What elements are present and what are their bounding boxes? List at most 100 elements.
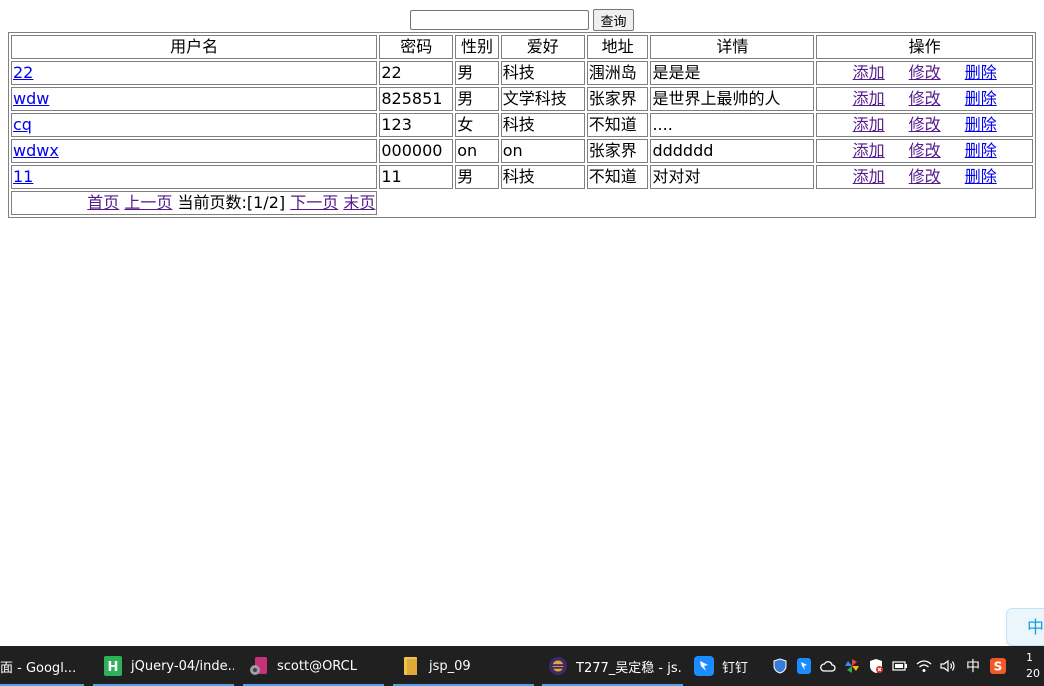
username-link[interactable]: cq <box>13 115 32 134</box>
password-cell: 123 <box>379 113 454 137</box>
current-page-indicator: 当前页数:[1/2] <box>177 193 286 212</box>
taskbar-item-label: jQuery-04/inde... <box>131 658 234 674</box>
address-cell: 张家界 <box>586 139 649 163</box>
column-header-gender: 性别 <box>455 35 499 59</box>
password-cell: 22 <box>379 61 454 85</box>
add-link[interactable]: 添加 <box>853 115 885 134</box>
username-link[interactable]: wdw <box>13 89 49 108</box>
detail-cell: .... <box>650 113 815 137</box>
hobby-cell: 科技 <box>500 165 585 189</box>
username-cell: wdwx <box>11 139 378 163</box>
username-cell: wdw <box>11 87 378 111</box>
pinwheel-icon[interactable] <box>844 658 860 674</box>
table-row: wdwx 000000 on on 张家界 dddddd 添加 修改 删除 <box>11 139 1033 163</box>
edit-link[interactable]: 修改 <box>909 167 941 186</box>
address-cell: 不知道 <box>586 165 649 189</box>
taskbar-item-eclipse[interactable]: T277_吴定稳 - js... <box>542 646 683 686</box>
add-link[interactable]: 添加 <box>853 167 885 186</box>
pager-cell: 首页 上一页 当前页数:[1/2] 下一页 末页 <box>11 191 378 215</box>
detail-cell: 对对对 <box>650 165 815 189</box>
security-alert-icon[interactable] <box>868 658 884 674</box>
actions-cell: 添加 修改 删除 <box>816 61 1033 85</box>
taskbar-item-hbuilder[interactable]: H jQuery-04/inde... <box>93 646 234 686</box>
column-header-hobby: 爱好 <box>500 35 585 59</box>
search-bar: 查询 <box>0 9 1044 31</box>
prev-page-link[interactable]: 上一页 <box>124 193 172 212</box>
actions-cell: 添加 修改 删除 <box>816 165 1033 189</box>
clock-date: 20 <box>1026 667 1040 680</box>
password-cell: 825851 <box>379 87 454 111</box>
hbuilder-icon: H <box>103 656 123 676</box>
password-cell: 11 <box>379 165 454 189</box>
pager-row: 首页 上一页 当前页数:[1/2] 下一页 末页 <box>11 191 1033 215</box>
query-button[interactable]: 查询 <box>593 9 634 31</box>
password-cell: 000000 <box>379 139 454 163</box>
delete-link[interactable]: 删除 <box>965 89 997 108</box>
next-page-link[interactable]: 下一页 <box>290 193 338 212</box>
taskbar-item-dingtalk[interactable]: 钉钉 <box>692 646 762 686</box>
svg-text:H: H <box>108 660 119 675</box>
sogou-icon[interactable]: S <box>990 658 1006 674</box>
edit-link[interactable]: 修改 <box>909 115 941 134</box>
add-link[interactable]: 添加 <box>853 141 885 160</box>
taskbar-item-label: jsp_09 <box>429 658 471 674</box>
detail-cell: 是世界上最帅的人 <box>650 87 815 111</box>
search-input[interactable] <box>410 10 590 30</box>
edit-link[interactable]: 修改 <box>909 141 941 160</box>
first-page-link[interactable]: 首页 <box>87 193 119 212</box>
system-tray: 中 S <box>772 646 1014 686</box>
gender-cell: 男 <box>455 165 499 189</box>
column-header-password: 密码 <box>379 35 454 59</box>
username-cell: cq <box>11 113 378 137</box>
table-header-row: 用户名 密码 性别 爱好 地址 详情 操作 <box>11 35 1033 59</box>
taskbar-item-label: 面 - Googl... <box>0 660 77 676</box>
last-page-link[interactable]: 末页 <box>343 193 375 212</box>
detail-cell: dddddd <box>650 139 815 163</box>
taskbar-item-label: T277_吴定稳 - js... <box>576 660 683 676</box>
system-clock[interactable]: 1 20 <box>1026 650 1040 682</box>
delete-link[interactable]: 删除 <box>965 167 997 186</box>
column-header-address: 地址 <box>586 35 649 59</box>
taskbar-item-folder[interactable]: jsp_09 <box>393 646 534 686</box>
username-link[interactable]: 22 <box>13 63 33 82</box>
taskbar-item-plsql[interactable]: scott@ORCL <box>243 646 384 686</box>
add-link[interactable]: 添加 <box>853 89 885 108</box>
gender-cell: 女 <box>455 113 499 137</box>
hobby-cell: 科技 <box>500 61 585 85</box>
address-cell: 张家界 <box>586 87 649 111</box>
dingtalk-icon <box>694 656 714 676</box>
address-cell: 不知道 <box>586 113 649 137</box>
user-table: 用户名 密码 性别 爱好 地址 详情 操作 22 22 男 科技 涠洲岛 是是是… <box>8 32 1036 218</box>
battery-icon[interactable] <box>892 658 908 674</box>
eclipse-icon <box>548 656 568 676</box>
hobby-cell: on <box>500 139 585 163</box>
table-row: 22 22 男 科技 涠洲岛 是是是 添加 修改 删除 <box>11 61 1033 85</box>
add-link[interactable]: 添加 <box>853 63 885 82</box>
database-icon <box>249 656 269 676</box>
edit-link[interactable]: 修改 <box>909 89 941 108</box>
gender-cell: 男 <box>455 61 499 85</box>
delete-link[interactable]: 删除 <box>965 63 997 82</box>
username-cell: 22 <box>11 61 378 85</box>
ime-mode-label: 中 <box>1027 618 1044 638</box>
cloud-icon[interactable] <box>820 658 836 674</box>
wifi-icon[interactable] <box>916 658 932 674</box>
username-link[interactable]: 11 <box>13 167 33 186</box>
detail-cell: 是是是 <box>650 61 815 85</box>
input-method-indicator[interactable]: 中 <box>964 658 982 675</box>
shield-icon[interactable] <box>772 658 788 674</box>
table-row: wdw 825851 男 文学科技 张家界 是世界上最帅的人 添加 修改 删除 <box>11 87 1033 111</box>
taskbar-item-chrome[interactable]: 面 - Googl... <box>0 646 84 686</box>
delete-link[interactable]: 删除 <box>965 115 997 134</box>
column-header-username: 用户名 <box>11 35 378 59</box>
actions-cell: 添加 修改 删除 <box>816 139 1033 163</box>
taskbar-item-label: 钉钉 <box>722 660 749 676</box>
table-row: 11 11 男 科技 不知道 对对对 添加 修改 删除 <box>11 165 1033 189</box>
edit-link[interactable]: 修改 <box>909 63 941 82</box>
folder-icon <box>401 656 421 676</box>
username-link[interactable]: wdwx <box>13 141 59 160</box>
delete-link[interactable]: 删除 <box>965 141 997 160</box>
volume-icon[interactable] <box>940 658 956 674</box>
feishu-icon[interactable] <box>796 658 812 674</box>
ime-floating-toolbar[interactable]: 中 <box>1006 608 1044 646</box>
